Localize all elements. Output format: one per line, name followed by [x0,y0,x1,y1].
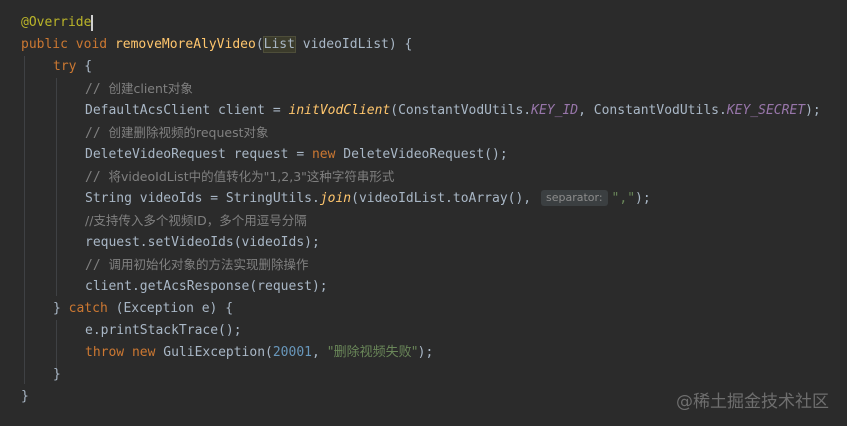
code-text: DeleteVideoRequest request = [85,147,312,162]
comment-marker: // [85,82,109,97]
code-text: } [21,389,29,404]
indent-guide [24,56,25,384]
highlighted-type: List [262,36,296,53]
code-line[interactable]: // 将videoIdList中的值转化为"1,2,3"这种字符串形式 [85,166,394,188]
keyword: new [131,345,156,360]
code-text: (Exception e) { [107,301,234,316]
code-editor[interactable]: @Override public void removeMoreAlyVideo… [0,0,847,426]
constant: KEY_SECRET [726,103,806,118]
string-literal: "删除视频失败" [327,345,418,360]
code-line[interactable]: throw new GuliException(20001, "删除视频失败")… [85,342,433,364]
comment: 将videoIdList中的值转化为"1,2,3"这种字符串形式 [108,169,395,184]
string-literal: "," [611,191,636,206]
comment: 调用初始化对象的方法实现删除操作 [108,257,309,272]
keyword: public [21,37,68,52]
code-line[interactable]: e.printStackTrace(); [85,320,242,342]
code-line[interactable]: DeleteVideoRequest request = new DeleteV… [85,144,508,166]
code-line[interactable]: try { [53,56,92,78]
code-line[interactable]: @Override [21,12,94,34]
number-literal: 20001 [272,345,312,360]
code-line[interactable]: String videoIds = StringUtils.join(video… [85,188,651,210]
code-line[interactable]: } catch (Exception e) { [53,298,233,320]
code-text: String videoIds = StringUtils. [85,191,320,206]
code-text: (ConstantVodUtils. [390,103,532,118]
method-name: removeMoreAlyVideo [114,37,256,52]
comment: 创建client对象 [108,81,193,96]
code-line[interactable]: //支持传入多个视频ID，多个用逗号分隔 [85,210,307,232]
code-text: videoIdList) { [294,37,413,52]
keyword: new [311,147,336,162]
comment-marker: // [85,126,109,141]
text-cursor [91,14,94,31]
code-text: ); [635,191,651,206]
code-text: DefaultAcsClient client = [85,103,289,118]
code-line[interactable]: request.setVideoIds(videoIds); [85,232,320,254]
keyword: catch [68,301,108,316]
code-text: } [53,301,69,316]
code-text: , [312,345,328,360]
code-text: ); [805,103,821,118]
code-text: , ConstantVodUtils. [578,103,727,118]
keyword: void [75,37,108,52]
comment: 创建删除视频的request对象 [108,125,269,140]
code-line[interactable]: } [21,386,29,408]
comment: //支持传入多个视频ID，多个用逗号分隔 [85,213,307,228]
code-text: GuliException( [155,345,273,360]
code-line[interactable]: // 创建删除视频的request对象 [85,122,269,144]
code-line[interactable]: client.getAcsResponse(request); [85,276,328,298]
code-text: e.printStackTrace(); [85,323,242,338]
code-text: } [53,367,61,382]
code-text: (videoIdList.toArray(), [351,191,532,206]
code-line[interactable]: // 创建client对象 [85,78,193,100]
indent-guide [56,78,57,296]
code-text: request.setVideoIds(videoIds); [85,235,320,250]
code-text: ); [417,345,434,360]
code-text: client.getAcsResponse(request); [85,279,328,294]
method-name: join [319,191,352,206]
comment-marker: // [85,170,109,185]
comment-marker: // [85,258,109,273]
constant: KEY_ID [531,103,579,118]
method-name: initVodClient [288,103,391,118]
code-text: DeleteVideoRequest(); [335,147,508,162]
watermark: @稀土掘金技术社区 [676,392,829,412]
code-line[interactable]: public void removeMoreAlyVideo(List vide… [21,34,412,56]
code-text: ( [255,37,264,52]
keyword: throw [85,345,125,360]
keyword: try [53,59,77,74]
code-line[interactable]: // 调用初始化对象的方法实现删除操作 [85,254,309,276]
code-line[interactable]: DefaultAcsClient client = initVodClient(… [85,100,821,122]
parameter-hint: separator: [540,190,608,206]
code-line[interactable]: } [53,364,61,386]
annotation: @Override [21,15,92,30]
code-text: { [76,59,93,74]
